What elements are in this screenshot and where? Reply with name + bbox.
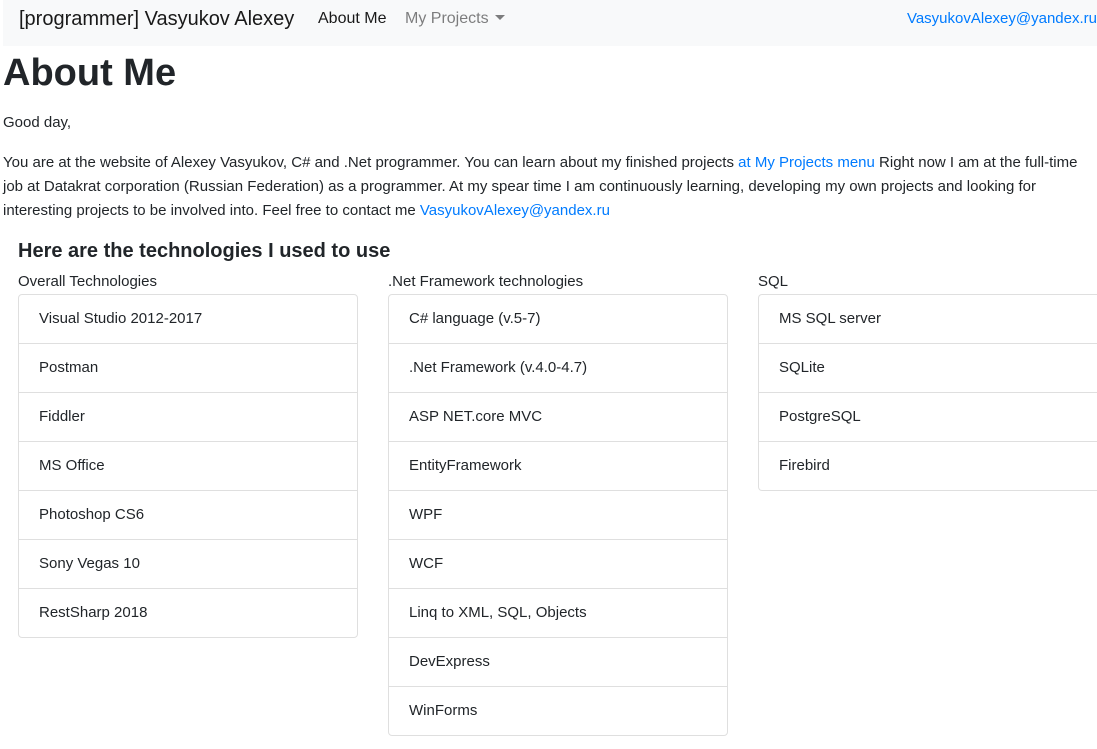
list-item: Visual Studio 2012-2017: [19, 295, 357, 344]
brand-link[interactable]: [programmer] Vasyukov Alexey: [19, 7, 294, 31]
column-label: .Net Framework technologies: [388, 273, 584, 290]
list-item: WinForms: [409, 702, 478, 719]
nav-email-link[interactable]: VasyukovAlexey@yandex.ru: [907, 10, 1097, 28]
column-label: Overall Technologies: [18, 273, 157, 290]
list-item: DevExpress: [389, 638, 727, 687]
sql-column: SQL MS SQL server SQLite PostgreSQL Fire…: [758, 272, 1097, 491]
technology-list: MS SQL server SQLite PostgreSQL Firebird: [758, 294, 1097, 491]
technologies-heading: Here are the technologies I used to use: [18, 240, 391, 262]
list-item: WCF: [389, 540, 727, 589]
list-item: MS Office: [19, 442, 357, 491]
list-item: PostgreSQL: [759, 393, 1097, 442]
column-label: SQL: [758, 273, 789, 290]
nav-my-projects-dropdown[interactable]: My Projects: [405, 10, 505, 28]
page-title: About Me: [3, 52, 177, 94]
technology-list: C# language (v.5-7) .Net Framework (v.4.…: [388, 294, 728, 736]
contact-email-link[interactable]: VasyukovAlexey@yandex.ru: [420, 202, 610, 219]
navbar: [programmer] Vasyukov Alexey About Me My…: [3, 0, 1097, 46]
list-item: .Net Framework (v.4.0-4.7): [389, 344, 727, 393]
list-item: EntityFramework: [389, 442, 727, 491]
list-item: SQLite: [759, 344, 1097, 393]
overall-technologies-column: Overall Technologies Visual Studio 2012-…: [18, 272, 358, 638]
technology-list: Visual Studio 2012-2017 Postman Fiddler …: [18, 294, 358, 638]
my-projects-link[interactable]: at My Projects menu: [738, 154, 875, 171]
list-item: Sony Vegas 10: [19, 540, 357, 589]
list-item: WPF: [389, 491, 727, 540]
list-item: MS SQL server: [759, 295, 1097, 344]
nav-about-me[interactable]: About Me: [318, 10, 386, 28]
list-item: Fiddler: [19, 393, 357, 442]
greeting-text: Good day,: [3, 114, 72, 131]
list-item: Photoshop CS6: [19, 491, 357, 540]
list-item: C# language (v.5-7): [389, 295, 727, 344]
list-item: Postman: [19, 344, 357, 393]
caret-down-icon: [494, 15, 505, 20]
list-item: Linq to XML, SQL, Objects: [389, 589, 727, 638]
list-item: RestSharp 2018: [39, 604, 148, 621]
intro-paragraph: You are at the website of Alexey Vasyuko…: [3, 151, 1097, 223]
intro-text-part1: You are at the website of Alexey Vasyuko…: [3, 154, 739, 171]
nav-my-projects-label: My Projects: [405, 10, 489, 27]
list-item: ASP NET.core MVC: [389, 393, 727, 442]
net-framework-column: .Net Framework technologies C# language …: [388, 272, 728, 736]
list-item: Firebird: [779, 457, 830, 474]
